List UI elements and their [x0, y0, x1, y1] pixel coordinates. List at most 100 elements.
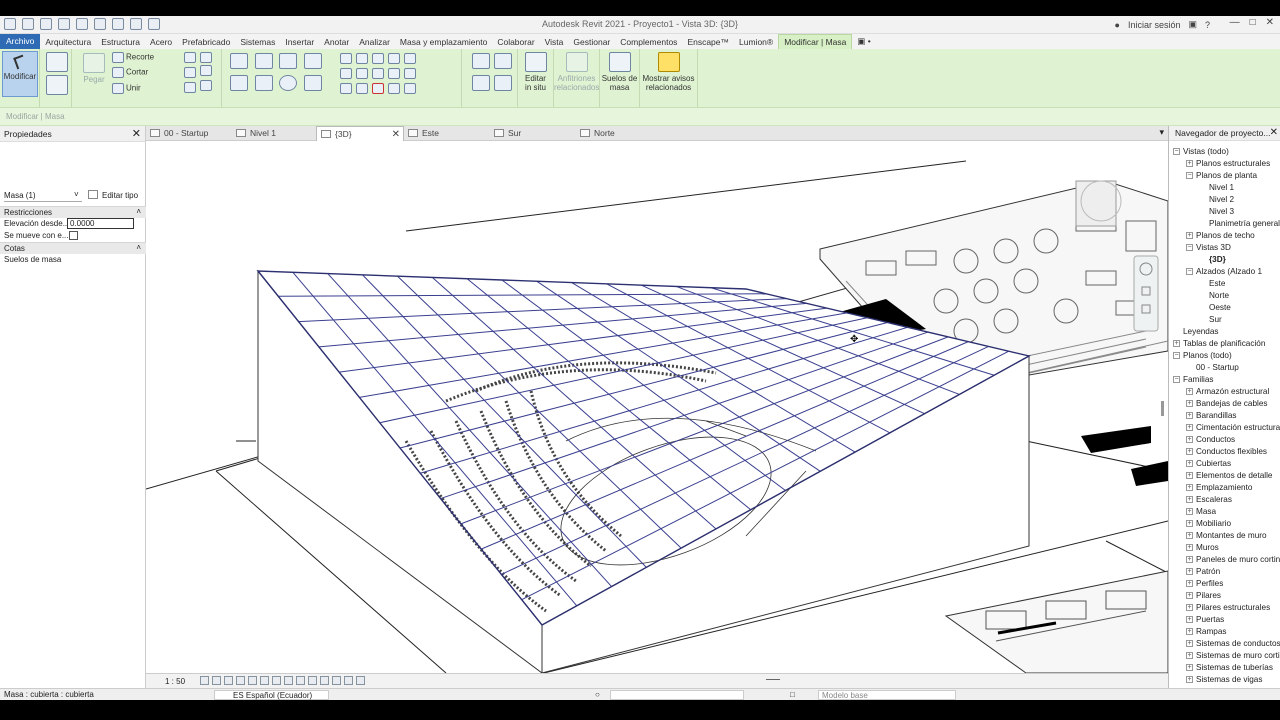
browser-item[interactable]: Vistas (todo)	[1183, 146, 1229, 158]
expand-icon[interactable]: +	[1186, 424, 1193, 431]
expand-icon[interactable]: +	[1186, 448, 1193, 455]
menu-tab[interactable]: Colaborar	[492, 37, 539, 47]
browser-item[interactable]: Planimetría general	[1209, 218, 1280, 230]
menu-tab[interactable]: Vista	[540, 37, 569, 47]
join-button[interactable]: Unir	[110, 83, 141, 94]
browser-item[interactable]: Conductos	[1196, 434, 1235, 446]
browser-item[interactable]: Oeste	[1209, 302, 1231, 314]
browser-item[interactable]: Norte	[1209, 290, 1229, 302]
type-properties-icon[interactable]	[46, 75, 68, 95]
create-similar-icon[interactable]	[356, 68, 368, 80]
help-icon[interactable]: ?	[1205, 20, 1210, 30]
properties-icon[interactable]	[46, 52, 68, 72]
expand-icon[interactable]: +	[1186, 664, 1193, 671]
browser-item[interactable]: Pilares	[1196, 590, 1221, 602]
browser-item[interactable]: Mobiliario	[1196, 518, 1231, 530]
hide-icon[interactable]	[404, 68, 416, 80]
browser-item[interactable]: Elementos de detalle	[1196, 470, 1272, 482]
browser-item[interactable]: Sistemas de conductos	[1196, 638, 1280, 650]
menu-tab[interactable]: Arquitectura	[40, 37, 96, 47]
constraints-section[interactable]: Restricciones ˄	[0, 206, 146, 218]
browser-item[interactable]: Masa	[1196, 506, 1216, 518]
browser-item[interactable]: Conductos flexibles	[1196, 446, 1267, 458]
expand-icon[interactable]: +	[1186, 640, 1193, 647]
browser-item[interactable]: 00 - Startup	[1196, 362, 1239, 374]
elevation-input[interactable]: 0.0000	[67, 218, 134, 229]
menu-tab[interactable]: Masa y emplazamiento	[395, 37, 492, 47]
view-tab[interactable]: 00 - Startup	[146, 126, 232, 141]
view-tab[interactable]: Norte	[576, 126, 662, 141]
pin-icon[interactable]	[356, 53, 368, 65]
menu-tab[interactable]: Enscape™	[682, 37, 734, 47]
break-icon[interactable]	[340, 83, 352, 95]
browser-item[interactable]: Paneles de muro cortina	[1196, 554, 1280, 566]
expand-icon[interactable]: +	[1186, 616, 1193, 623]
copy-element-icon[interactable]	[254, 75, 273, 91]
shadows-icon[interactable]	[236, 676, 245, 685]
expand-icon[interactable]: +	[1186, 400, 1193, 407]
menu-tab[interactable]: Acero	[145, 37, 177, 47]
expand-icon[interactable]: +	[1186, 652, 1193, 659]
browser-item[interactable]: Puertas	[1196, 614, 1224, 626]
trim-icon[interactable]	[303, 75, 322, 91]
browser-item[interactable]: Escaleras	[1196, 494, 1232, 506]
mirror-axis-icon[interactable]	[279, 53, 298, 69]
menu-tab[interactable]: Estructura	[96, 37, 145, 47]
expand-icon[interactable]: +	[1186, 580, 1193, 587]
moves-with-checkbox[interactable]	[69, 231, 78, 240]
view-tab[interactable]: Nivel 1	[232, 126, 316, 141]
render-icon[interactable]	[248, 676, 257, 685]
browser-item[interactable]: Sistemas de tuberías	[1196, 662, 1273, 674]
expand-icon[interactable]: +	[1186, 388, 1193, 395]
ribbon-toggle-icon[interactable]: ▣ •	[852, 36, 875, 47]
visual-style-icon[interactable]	[212, 676, 221, 685]
chevron-down-icon[interactable]: ˅	[74, 190, 79, 199]
expand-icon[interactable]: +	[1186, 232, 1193, 239]
view-tab[interactable]: Sur	[490, 126, 576, 141]
view-scale[interactable]: 1 : 50	[165, 677, 185, 686]
cut-geometry-button[interactable]: Recorte	[110, 52, 154, 63]
highlight-displacement-icon[interactable]	[344, 676, 353, 685]
move-icon[interactable]	[230, 75, 248, 91]
sun-path-icon[interactable]	[224, 676, 233, 685]
menu-tab[interactable]: Anotar	[319, 37, 354, 47]
reveal-hidden-icon[interactable]	[308, 676, 317, 685]
browser-item[interactable]: Sistemas de muro cortina	[1196, 650, 1280, 662]
browser-item[interactable]: Nivel 3	[1209, 206, 1234, 218]
mass-element[interactable]	[256, 269, 1031, 673]
tab-list-dropdown-icon[interactable]: ▾	[1159, 127, 1164, 138]
close-properties-icon[interactable]: ✕	[132, 127, 141, 140]
show-crop-icon[interactable]	[272, 676, 281, 685]
mirror-draw-icon[interactable]	[303, 53, 322, 69]
expand-icon[interactable]: +	[1186, 532, 1193, 539]
view-icon[interactable]	[472, 53, 490, 69]
crop-view-icon[interactable]	[260, 676, 269, 685]
collapse-icon[interactable]: −	[1186, 172, 1193, 179]
temp-view-properties-icon[interactable]	[320, 676, 329, 685]
mass-floors-row[interactable]: Suelos de masa	[0, 254, 146, 266]
user-icon[interactable]: ●	[1115, 20, 1120, 30]
model-selector[interactable]: Modelo base	[818, 690, 956, 700]
expand-icon[interactable]: +	[1186, 604, 1193, 611]
expand-icon[interactable]: +	[1173, 340, 1180, 347]
browser-item[interactable]: Sistemas de vigas	[1196, 674, 1262, 686]
browser-item[interactable]: Vistas 3D	[1196, 242, 1231, 254]
menu-tab[interactable]: Sistemas	[235, 37, 280, 47]
menu-tab[interactable]: Gestionar	[568, 37, 615, 47]
cube-icon[interactable]	[388, 83, 400, 95]
horizontal-scroll-thumb[interactable]	[766, 679, 780, 680]
edit-type-button[interactable]: Editar tipo	[102, 191, 138, 200]
type-selector[interactable]: Masa (1)	[4, 191, 82, 202]
collapse-icon[interactable]: −	[1173, 352, 1180, 359]
browser-item[interactable]: Planos estructurales	[1196, 158, 1270, 170]
workset-selector[interactable]	[610, 690, 744, 700]
collapse-icon[interactable]: −	[1173, 148, 1180, 155]
browser-item[interactable]: Alzados (Alzado 1	[1196, 266, 1262, 278]
ungroup-icon[interactable]	[372, 68, 384, 80]
expand-icon[interactable]: +	[1186, 460, 1193, 467]
expand-icon[interactable]: +	[1186, 436, 1193, 443]
constraints-icon[interactable]	[356, 676, 365, 685]
browser-item[interactable]: Pilares estructurales	[1196, 602, 1270, 614]
menu-tab[interactable]: Lumion®	[734, 37, 778, 47]
browser-item[interactable]: {3D}	[1209, 254, 1226, 266]
